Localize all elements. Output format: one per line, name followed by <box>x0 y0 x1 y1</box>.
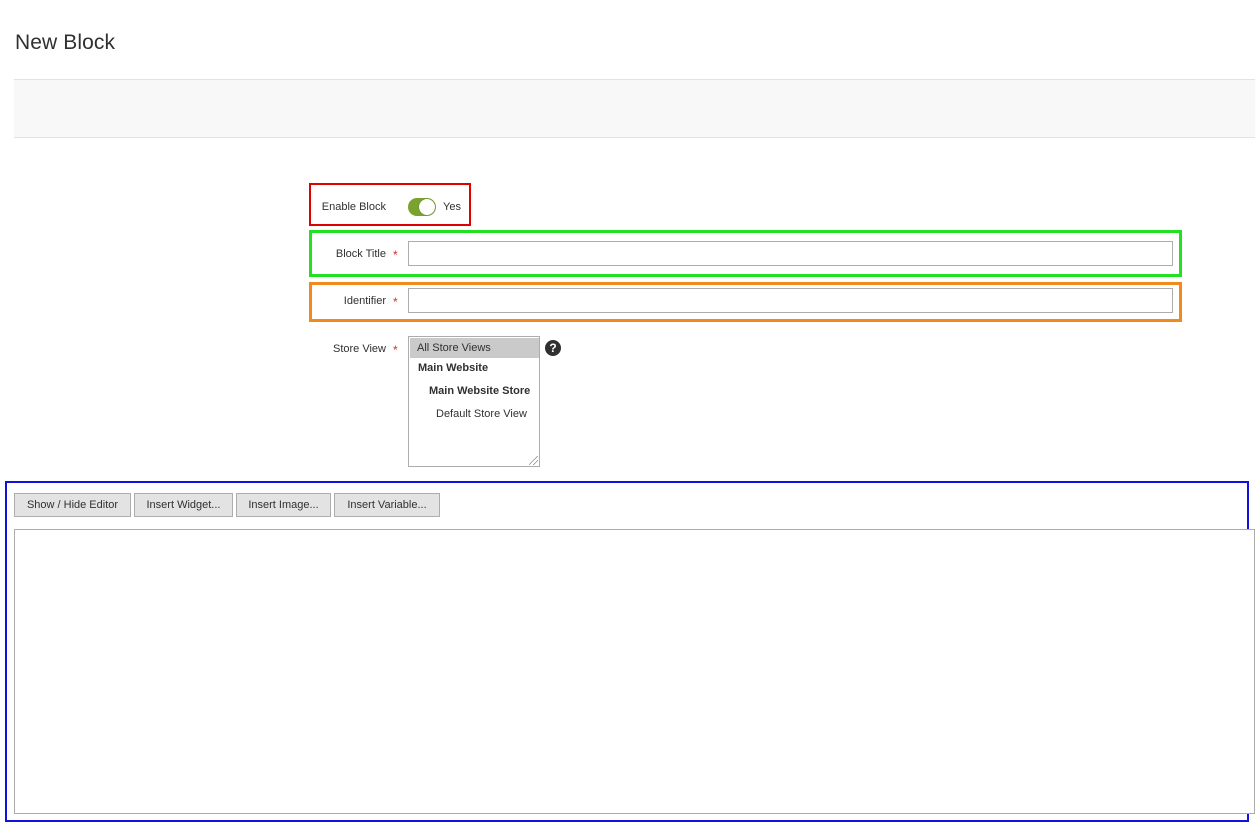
insert-variable-button[interactable]: Insert Variable... <box>334 493 440 517</box>
required-asterisk: * <box>393 295 398 309</box>
insert-image-button[interactable]: Insert Image... <box>236 493 331 517</box>
enable-block-toggle[interactable] <box>408 198 436 216</box>
identifier-input[interactable] <box>408 288 1173 313</box>
block-title-input[interactable] <box>408 241 1173 266</box>
enable-block-state: Yes <box>443 201 461 213</box>
store-option-default-store-view[interactable]: Default Store View <box>436 408 539 420</box>
resize-grip-icon[interactable] <box>529 456 538 465</box>
enable-block-label: Enable Block <box>321 201 386 213</box>
identifier-label: Identifier <box>343 295 386 307</box>
content-editor-textarea[interactable] <box>14 529 1255 814</box>
store-option-main-website[interactable]: Main Website <box>418 362 538 374</box>
help-icon[interactable]: ? <box>545 340 561 356</box>
show-hide-editor-button[interactable]: Show / Hide Editor <box>14 493 131 517</box>
page-actions-bar <box>14 79 1255 138</box>
store-option-all-store-views[interactable]: All Store Views <box>410 338 539 358</box>
store-option-main-website-store[interactable]: Main Website Store <box>429 385 539 397</box>
store-view-multiselect[interactable]: All Store Views Main Website Main Websit… <box>408 336 540 467</box>
block-title-label: Block Title <box>335 248 386 260</box>
required-asterisk: * <box>393 343 398 357</box>
toggle-knob <box>419 199 435 215</box>
store-view-label: Store View <box>333 343 386 355</box>
insert-widget-button[interactable]: Insert Widget... <box>134 493 233 517</box>
required-asterisk: * <box>393 248 398 262</box>
page-title: New Block <box>15 31 116 54</box>
